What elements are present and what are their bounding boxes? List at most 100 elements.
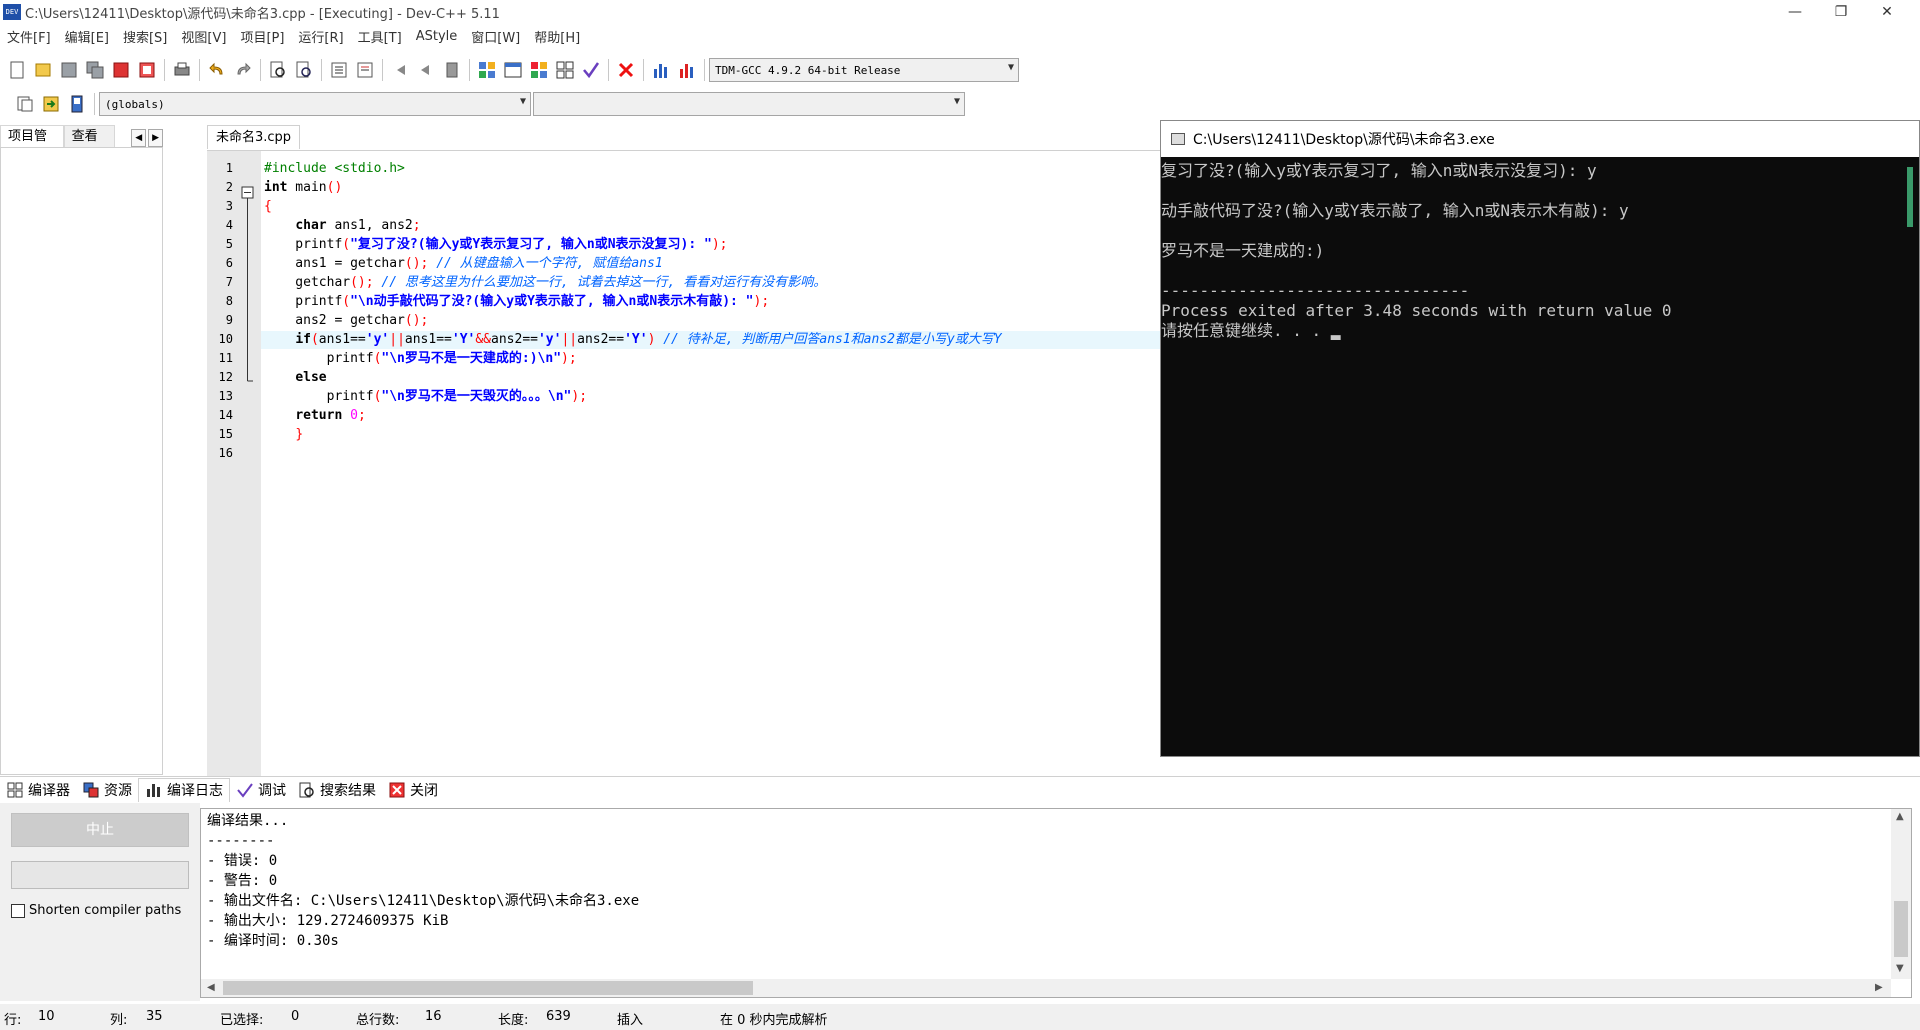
function-select[interactable]: ▼: [533, 92, 965, 116]
compile-run-icon[interactable]: [527, 58, 551, 82]
tab-project-manager[interactable]: 项目管理: [0, 125, 64, 166]
stop-execution-icon[interactable]: [614, 58, 638, 82]
code-line[interactable]: printf("\n罗马不是一天建成的:)\n");: [264, 350, 577, 368]
menu-help[interactable]: 帮助[H]: [527, 27, 587, 46]
insert-icon[interactable]: [65, 92, 89, 116]
menu-tools[interactable]: 工具[T]: [351, 27, 409, 46]
shorten-paths-checkbox[interactable]: [11, 903, 25, 918]
project-tree-pane[interactable]: [0, 147, 163, 775]
save-icon[interactable]: [57, 58, 81, 82]
tab-resources[interactable]: 资源: [76, 778, 138, 802]
minimize-icon[interactable]: —: [1772, 0, 1818, 24]
code-line[interactable]: char ans1, ans2;: [264, 217, 420, 235]
tab-scroll-left-icon[interactable]: ◀: [131, 129, 147, 147]
menu-edit[interactable]: 编辑[E]: [58, 27, 116, 46]
code-line[interactable]: {: [264, 198, 272, 216]
stop-button[interactable]: 中止: [11, 813, 189, 847]
menu-astyle[interactable]: AStyle: [409, 29, 465, 44]
print-icon[interactable]: [170, 58, 194, 82]
code-line[interactable]: else: [264, 369, 327, 387]
console-scrollbar[interactable]: [1903, 157, 1919, 756]
scope-select[interactable]: (globals) ▼: [99, 92, 531, 116]
menu-search[interactable]: 搜索[S]: [116, 27, 174, 46]
scroll-left-icon[interactable]: ◀: [207, 982, 215, 993]
log-vertical-scrollbar[interactable]: ▲ ▼: [1891, 809, 1911, 979]
separator: [382, 59, 383, 81]
compiler-select-value: TDM-GCC 4.9.2 64-bit Release: [715, 63, 901, 77]
indent-icon[interactable]: [327, 58, 351, 82]
console-title-bar: C:\Users\12411\Desktop\源代码\未命名3.exe: [1161, 121, 1919, 157]
code-line[interactable]: getchar(); // 思考这里为什么要加这一行, 试着去掉这一行, 看看对…: [264, 274, 826, 292]
code-line[interactable]: ans2 = getchar();: [264, 312, 428, 330]
scroll-right-icon[interactable]: ▶: [1875, 982, 1883, 993]
code-line[interactable]: if(ans1=='y'||ans1=='Y'&&ans2=='y'||ans2…: [264, 331, 1001, 349]
redo-icon[interactable]: [231, 58, 255, 82]
save-all-icon[interactable]: [83, 58, 107, 82]
log-horizontal-scrollbar-thumb[interactable]: [223, 981, 753, 995]
log-vertical-scrollbar-thumb[interactable]: [1894, 901, 1908, 957]
menu-view[interactable]: 视图[V]: [174, 27, 233, 46]
restore-icon[interactable]: ❐: [1818, 0, 1864, 24]
code-line[interactable]: ans1 = getchar(); // 从键盘输入一个字符, 赋值给ans1: [264, 255, 663, 273]
tab-compiler-label: 编译器: [28, 782, 70, 799]
profile-icon[interactable]: [675, 58, 699, 82]
console-window[interactable]: C:\Users\12411\Desktop\源代码\未命名3.exe 复习了没…: [1160, 120, 1920, 757]
code-line[interactable]: }: [264, 426, 303, 444]
chart-icon[interactable]: [649, 58, 673, 82]
back-icon[interactable]: [388, 58, 412, 82]
close-file-icon[interactable]: [109, 58, 133, 82]
code-token: ans1==: [318, 332, 366, 347]
tab-search-results[interactable]: 搜索结果: [292, 778, 382, 802]
menu-project[interactable]: 项目[P]: [233, 27, 291, 46]
tab-class-browser[interactable]: 查看类: [63, 125, 116, 166]
code-token: ();: [350, 275, 374, 290]
menu-file[interactable]: 文件[F]: [0, 27, 58, 46]
scroll-up-icon[interactable]: ▲: [1896, 811, 1904, 822]
left-pane-tabs: 项目管理 查看类 ◀ ▶: [0, 125, 163, 166]
replace-icon[interactable]: [292, 58, 316, 82]
find-icon[interactable]: [266, 58, 290, 82]
code-token: else: [295, 370, 327, 385]
chevron-down-icon: ▼: [953, 96, 960, 107]
code-line[interactable]: #include <stdio.h>: [264, 160, 405, 178]
editor-tab-file[interactable]: 未命名3.cpp: [207, 125, 301, 149]
tab-debug[interactable]: 调试: [230, 778, 292, 802]
code-line[interactable]: printf("\n动手敲代码了没?(输入y或Y表示敲了, 输入n或N表示木有敲…: [264, 293, 769, 311]
new-class-icon[interactable]: [13, 92, 37, 116]
shorten-paths-option[interactable]: Shorten compiler paths: [11, 903, 181, 918]
code-token: // 从键盘输入一个字符, 赋值给ans1: [428, 256, 663, 271]
undo-icon[interactable]: [205, 58, 229, 82]
tab-close[interactable]: 关闭: [382, 778, 444, 802]
code-line[interactable]: printf("\n罗马不是一天毁灭的。。。\n");: [264, 388, 587, 406]
line-number: 13: [218, 389, 233, 403]
code-fold-icon[interactable]: [241, 186, 255, 386]
code-line[interactable]: printf("复习了没?(输入y或Y表示复习了, 输入n或N表示没复习): "…: [264, 236, 727, 254]
menu-window[interactable]: 窗口[W]: [464, 27, 527, 46]
unindent-icon[interactable]: [353, 58, 377, 82]
tab-scroll-right-icon[interactable]: ▶: [148, 129, 163, 147]
bookmark-icon[interactable]: [440, 58, 464, 82]
log-horizontal-scrollbar[interactable]: ◀ ▶: [201, 979, 1891, 997]
compile-icon[interactable]: [475, 58, 499, 82]
menu-run[interactable]: 运行[R]: [291, 27, 350, 46]
close-icon[interactable]: ✕: [1864, 0, 1910, 24]
console-scrollbar-thumb[interactable]: [1907, 167, 1913, 227]
code-token: ||: [561, 332, 578, 347]
forward-icon[interactable]: [414, 58, 438, 82]
rebuild-icon[interactable]: [553, 58, 577, 82]
compile-log-output[interactable]: 编译结果... -------- - 错误: 0 - 警告: 0 - 输出文件名: C:…: [200, 808, 1912, 998]
tab-compile-log[interactable]: 编译日志: [138, 777, 230, 802]
new-file-icon[interactable]: [5, 58, 29, 82]
compiler-select[interactable]: TDM-GCC 4.9.2 64-bit Release ▼: [709, 58, 1019, 82]
open-file-icon[interactable]: [31, 58, 55, 82]
close-all-icon[interactable]: [135, 58, 159, 82]
goto-icon[interactable]: [39, 92, 63, 116]
code-token: );: [753, 294, 770, 309]
tab-compiler[interactable]: 编译器: [0, 778, 76, 802]
scroll-down-icon[interactable]: ▼: [1896, 963, 1904, 974]
code-line[interactable]: return 0;: [264, 407, 365, 425]
syntax-check-icon[interactable]: [579, 58, 603, 82]
code-line[interactable]: int main(): [264, 179, 342, 197]
run-icon[interactable]: [501, 58, 525, 82]
